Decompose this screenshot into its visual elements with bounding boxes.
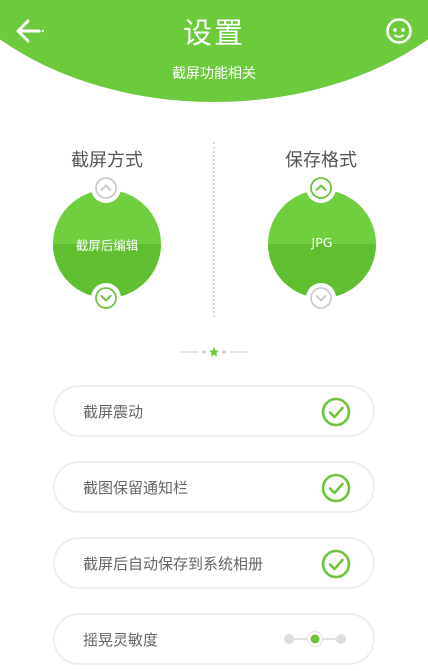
option-label: 截图保留通知栏	[83, 479, 189, 497]
capture-mode-up-button[interactable]	[91, 173, 121, 203]
chevron-up-icon	[95, 177, 117, 199]
capture-mode-down-button[interactable]	[91, 283, 121, 313]
save-format-title: 保存格式	[285, 150, 357, 171]
page-subtitle: 截屏功能相关	[172, 66, 256, 82]
option-shake-sensitivity: 摇晃灵敏度	[53, 613, 375, 665]
capture-mode-title: 截屏方式	[71, 150, 143, 171]
page-indicator	[180, 344, 248, 358]
chevron-down-icon	[95, 287, 117, 309]
smiley-face-icon	[386, 18, 412, 44]
chevron-up-icon	[310, 177, 332, 199]
check-circle-icon[interactable]	[321, 397, 351, 427]
save-format-selector[interactable]: JPG	[268, 190, 376, 298]
sensitivity-slider[interactable]	[283, 628, 347, 650]
capture-mode-value: 截屏后编辑	[75, 238, 139, 253]
option-label: 截屏后自动保存到系统相册	[83, 555, 264, 573]
check-circle-icon[interactable]	[321, 549, 351, 579]
save-format-up-button[interactable]	[306, 173, 336, 203]
capture-mode-selector[interactable]: 截屏后编辑	[53, 190, 161, 298]
option-capture-vibration[interactable]: 截屏震动	[53, 385, 375, 437]
save-format-value: JPG	[311, 235, 333, 250]
option-auto-save-album[interactable]: 截屏后自动保存到系统相册	[53, 537, 375, 589]
feedback-button[interactable]	[383, 15, 415, 47]
check-circle-icon[interactable]	[321, 473, 351, 503]
page-title: 设置	[182, 16, 245, 50]
option-keep-notification-bar[interactable]: 截图保留通知栏	[53, 461, 375, 513]
option-label: 截屏震动	[83, 403, 144, 421]
star-icon	[209, 347, 219, 357]
header-bar: 设置 截屏功能相关	[0, 0, 428, 102]
chevron-down-icon	[310, 287, 332, 309]
option-label: 摇晃灵敏度	[83, 631, 159, 649]
column-divider	[213, 142, 215, 317]
save-format-down-button[interactable]	[306, 283, 336, 313]
